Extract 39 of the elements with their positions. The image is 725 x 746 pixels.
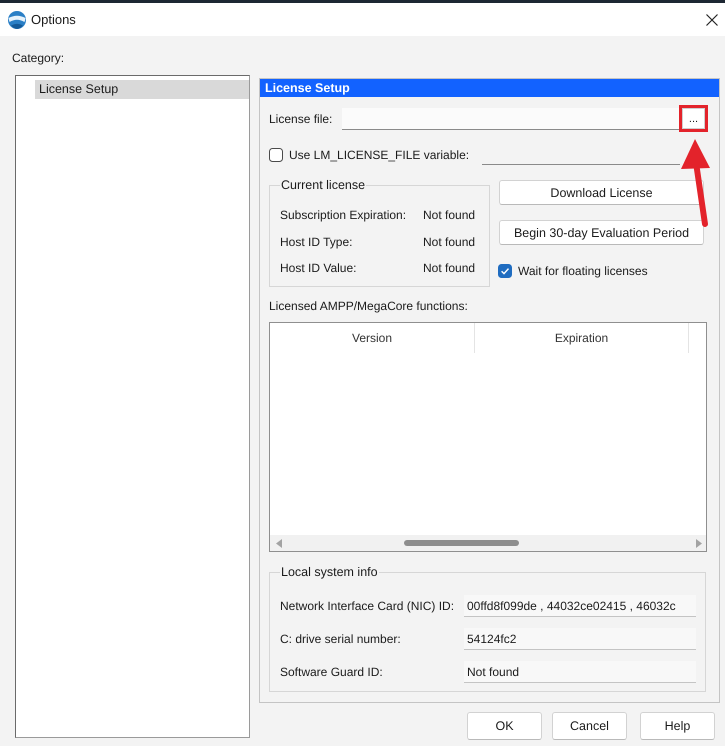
value-field[interactable]: 54124fc2 (464, 628, 696, 650)
checkbox-label: Use LM_LICENSE_FILE variable: (289, 148, 470, 162)
browse-button[interactable]: ... (682, 108, 705, 129)
sphere-icon (8, 10, 26, 28)
window-title: Options (31, 12, 77, 27)
info-label: Host ID Value: (280, 261, 358, 276)
info-value: Not found (423, 261, 476, 276)
section-label: Licensed AMPP/MegaCore functions: (269, 298, 469, 314)
category-label: Category: (12, 50, 66, 66)
checkbox[interactable] (498, 264, 512, 278)
tree-item[interactable]: License Setup (35, 80, 249, 99)
group-title: Local system info (280, 564, 379, 580)
value-field[interactable]: 00ffd8f099de , 44032ce02415 , 46032c (464, 594, 696, 616)
dialog-button[interactable]: OK (467, 712, 542, 740)
action-button[interactable]: Begin 30-day Evaluation Period (499, 220, 704, 245)
column-header[interactable]: Expiration (475, 323, 689, 353)
value-field[interactable]: Not found (464, 660, 696, 682)
action-button[interactable]: Download License (499, 180, 704, 205)
info-value: Not found (423, 234, 476, 249)
checkbox[interactable] (269, 148, 283, 162)
dialog-button[interactable]: Help (640, 712, 715, 740)
info-label: Host ID Type: (280, 234, 354, 249)
left-arrow-icon[interactable] (276, 538, 282, 548)
column-header[interactable]: Version (270, 323, 475, 353)
group-title: Current license (280, 177, 366, 193)
info-value: Not found (423, 208, 476, 222)
info-label: C: drive serial number: (280, 632, 402, 646)
horizontal-scrollbar[interactable] (270, 535, 706, 551)
input-field[interactable] (342, 108, 679, 130)
info-label: Subscription Expiration: (280, 208, 408, 222)
close-icon[interactable] (706, 14, 718, 26)
panel-header: License Setup (260, 79, 719, 97)
scrollbar-thumb[interactable] (404, 540, 519, 546)
right-arrow-icon[interactable] (696, 538, 702, 548)
dialog-button[interactable]: Cancel (552, 712, 627, 740)
info-label: Network Interface Card (NIC) ID: (280, 598, 456, 612)
checkbox-label: Wait for floating licenses (518, 264, 648, 278)
field-label: License file: (269, 112, 334, 126)
info-label: Software Guard ID: (280, 664, 384, 678)
